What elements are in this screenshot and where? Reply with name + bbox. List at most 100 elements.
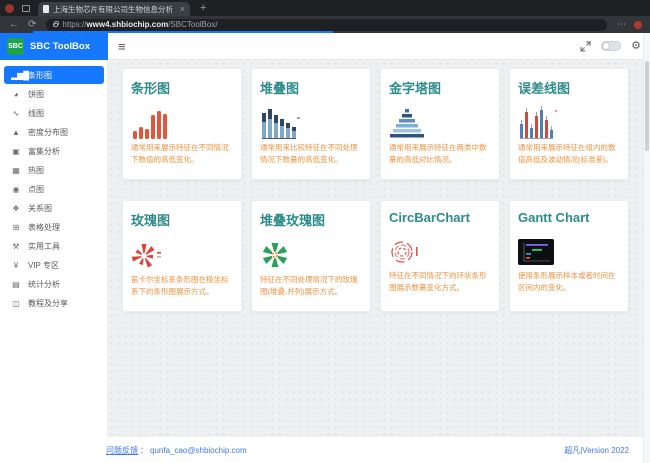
card-title: 金字塔图 [389,78,491,97]
density-plot-icon: ▲ [11,128,21,137]
sbc-logo: SBC [7,38,24,55]
lock-icon[interactable] [53,23,58,27]
app-brand-header: SBC SBC ToolBox [0,33,108,60]
browser-tab[interactable]: 上海生物芯片有限公司生物信息分析 × [38,2,190,16]
sidebar-item-label: 线图 [28,108,44,119]
sidebar-item-label: 点图 [28,184,44,195]
card-grid: 条形图 通常用来展示特征在不同情况下数值的高低变化。 堆叠图 [122,68,643,312]
browser-titlebar: 上海生物芯片有限公司生物信息分析 × + [0,0,650,16]
sidebar-item-dot-plot[interactable]: ◉ 点图 [0,180,107,199]
bar-chart-icon: ▂▆█ [11,71,21,80]
sidebar-item-label: VIP 专区 [28,260,59,271]
card-title: 堆叠玫瑰图 [260,210,362,229]
card-circbarchart[interactable]: CircBarChart 特征在不同情况下的环状条形图展示数量变化方式。 [380,200,500,312]
main-content: 条形图 通常用来展示特征在不同情况下数值的高低变化。 堆叠图 [108,60,643,437]
card-description: 通常用来比较特征在不同处理情况下数量的高低变化。 [260,142,362,165]
settings-gear-icon[interactable]: ⚙ [631,41,641,52]
sidebar-item-tutorials[interactable]: ◫ 教程及分享 [0,294,107,313]
table-icon: ⊞ [11,223,21,232]
sidebar-item-label: 实用工具 [28,241,60,252]
profile-dot-icon[interactable] [634,21,642,29]
heatmap-icon: ▦ [11,166,21,175]
sidebar-item-label: 密度分布图 [28,127,68,138]
sidebar-item-utilities[interactable]: ⚒ 实用工具 [0,237,107,256]
card-description: 通常用来展示特征在两类中数量的高低对比情况。 [389,142,491,165]
card-gantt-chart[interactable]: Gantt Chart 使用条形展示样本或者时间在区间内的变化。 [509,200,629,312]
stacked-chart-thumbnail-icon [260,101,362,139]
card-title: CircBarChart [389,210,491,225]
sidebar-collapse-icon[interactable]: ≡ [118,40,126,53]
url-path: /SBCToolBox/ [168,20,217,29]
card-stacked-chart[interactable]: 堆叠图 通常用来比较特征在不同处理情况下数量的高低变化。 [251,68,371,180]
url-bar[interactable]: https://www4.shbiochip.com/SBCToolBox/ [46,19,607,31]
sidebar-item-label: 饼图 [28,89,44,100]
card-description: 特征在不同情况下的环状条形图展示数量变化方式。 [389,270,491,293]
stacked-rose-thumbnail-icon [260,233,362,271]
sidebar-item-label: 表格处理 [28,222,60,233]
circbarchart-thumbnail-icon [389,229,491,267]
tools-icon: ⚒ [11,242,21,251]
toggle-knob [602,42,610,50]
version-text: 超凡|Version 2022 [564,445,629,456]
errorbar-chart-thumbnail-icon [518,101,620,139]
feedback-separator: ： [140,445,148,456]
page-footer: 问题反馈 ： qunfa_cao@shbiochip.com 超凡|Versio… [0,437,643,463]
tab-title: 上海生物芯片有限公司生物信息分析 [53,4,177,15]
sidebar-item-label: 富集分析 [28,146,60,157]
sidebar-item-density-plot[interactable]: ▲ 密度分布图 [0,123,107,142]
sidebar-item-pie-chart[interactable]: ◕ 饼图 [0,85,107,104]
fullscreen-icon[interactable] [580,41,591,52]
tab-close-icon[interactable]: × [180,5,185,14]
pyramid-chart-thumbnail-icon [389,101,491,139]
card-title: 玫瑰图 [131,210,233,229]
new-tab-button[interactable]: + [200,3,206,14]
sidebar-item-enrichment[interactable]: ▣ 富集分析 [0,142,107,161]
sidebar-item-statistics[interactable]: ▤ 统计分析 [0,275,107,294]
bar-chart-thumbnail-icon [131,101,233,139]
feedback-email[interactable]: qunfa_cao@shbiochip.com [150,446,247,455]
card-title: 误差线图 [518,78,620,97]
sidebar-item-label: 热图 [28,165,44,176]
page-icon [43,5,49,13]
card-title: 条形图 [131,78,233,97]
sidebar-item-label: 条形图 [28,70,52,81]
stats-doc-icon: ▤ [11,280,21,289]
url-text: https://www4.shbiochip.com/SBCToolBox/ [62,20,217,29]
enrichment-icon: ▣ [11,147,21,156]
window-scrollbar[interactable] [643,33,650,463]
scrollbar-thumb[interactable] [645,61,649,151]
card-description: 笛卡尔坐标系条形图在极坐标系下的条形图展示方式。 [131,274,233,297]
reload-icon[interactable]: ⟳ [28,20,36,30]
sidebar-item-table-tools[interactable]: ⊞ 表格处理 [0,218,107,237]
card-title: Gantt Chart [518,210,620,225]
sidebar-item-label: 统计分析 [28,279,60,290]
card-rose-chart[interactable]: 玫瑰图 笛卡尔坐标系条形图在极坐 [122,200,242,312]
browser-menu-icon[interactable]: ⋯ [617,19,626,30]
sidebar-item-line-chart[interactable]: ∿ 线图 [0,104,107,123]
sidebar: ▂▆█ 条形图 ◕ 饼图 ∿ 线图 ▲ 密度分布图 ▣ 富集分析 ▦ 热图 ◉ … [0,60,108,437]
sidebar-item-network[interactable]: ❖ 关系图 [0,199,107,218]
browser-profile-avatar[interactable] [5,4,14,13]
card-description: 通常用来展示特征在不同情况下数值的高低变化。 [131,142,233,165]
card-description: 特征在不同处理情况下的玫瑰图(堆叠,并列)展示方式。 [260,274,362,297]
card-bar-chart[interactable]: 条形图 通常用来展示特征在不同情况下数值的高低变化。 [122,68,242,180]
pie-chart-icon: ◕ [11,90,21,99]
content-topbar: ≡ ⚙ [108,33,650,60]
sidebar-item-bar-chart[interactable]: ▂▆█ 条形图 [4,66,104,84]
card-stacked-rose-chart[interactable]: 堆叠玫瑰图 特征在不同处理情况下的玫瑰图(堆叠,并列)展示方式。 [251,200,371,312]
yen-icon: ¥ [11,261,21,270]
card-description: 通常用来展示特征在组内的数值高低及波动情况(标准差)。 [518,142,620,165]
window-icon[interactable] [22,5,30,12]
url-protocol: https:// [62,20,86,29]
app-name: SBC ToolBox [30,41,90,52]
feedback-link[interactable]: 问题反馈 [106,445,138,456]
sidebar-item-heatmap[interactable]: ▦ 热图 [0,161,107,180]
card-errorbar-chart[interactable]: 误差线图 [509,68,629,180]
theme-toggle[interactable] [601,41,621,51]
line-chart-icon: ∿ [11,109,21,118]
back-icon[interactable]: ← [9,20,19,30]
card-pyramid-chart[interactable]: 金字塔图 通常用来展示特征在两类中数量的高低对比情况。 [380,68,500,180]
network-icon: ❖ [11,204,21,213]
rose-chart-thumbnail-icon [131,233,233,271]
sidebar-item-vip[interactable]: ¥ VIP 专区 [0,256,107,275]
